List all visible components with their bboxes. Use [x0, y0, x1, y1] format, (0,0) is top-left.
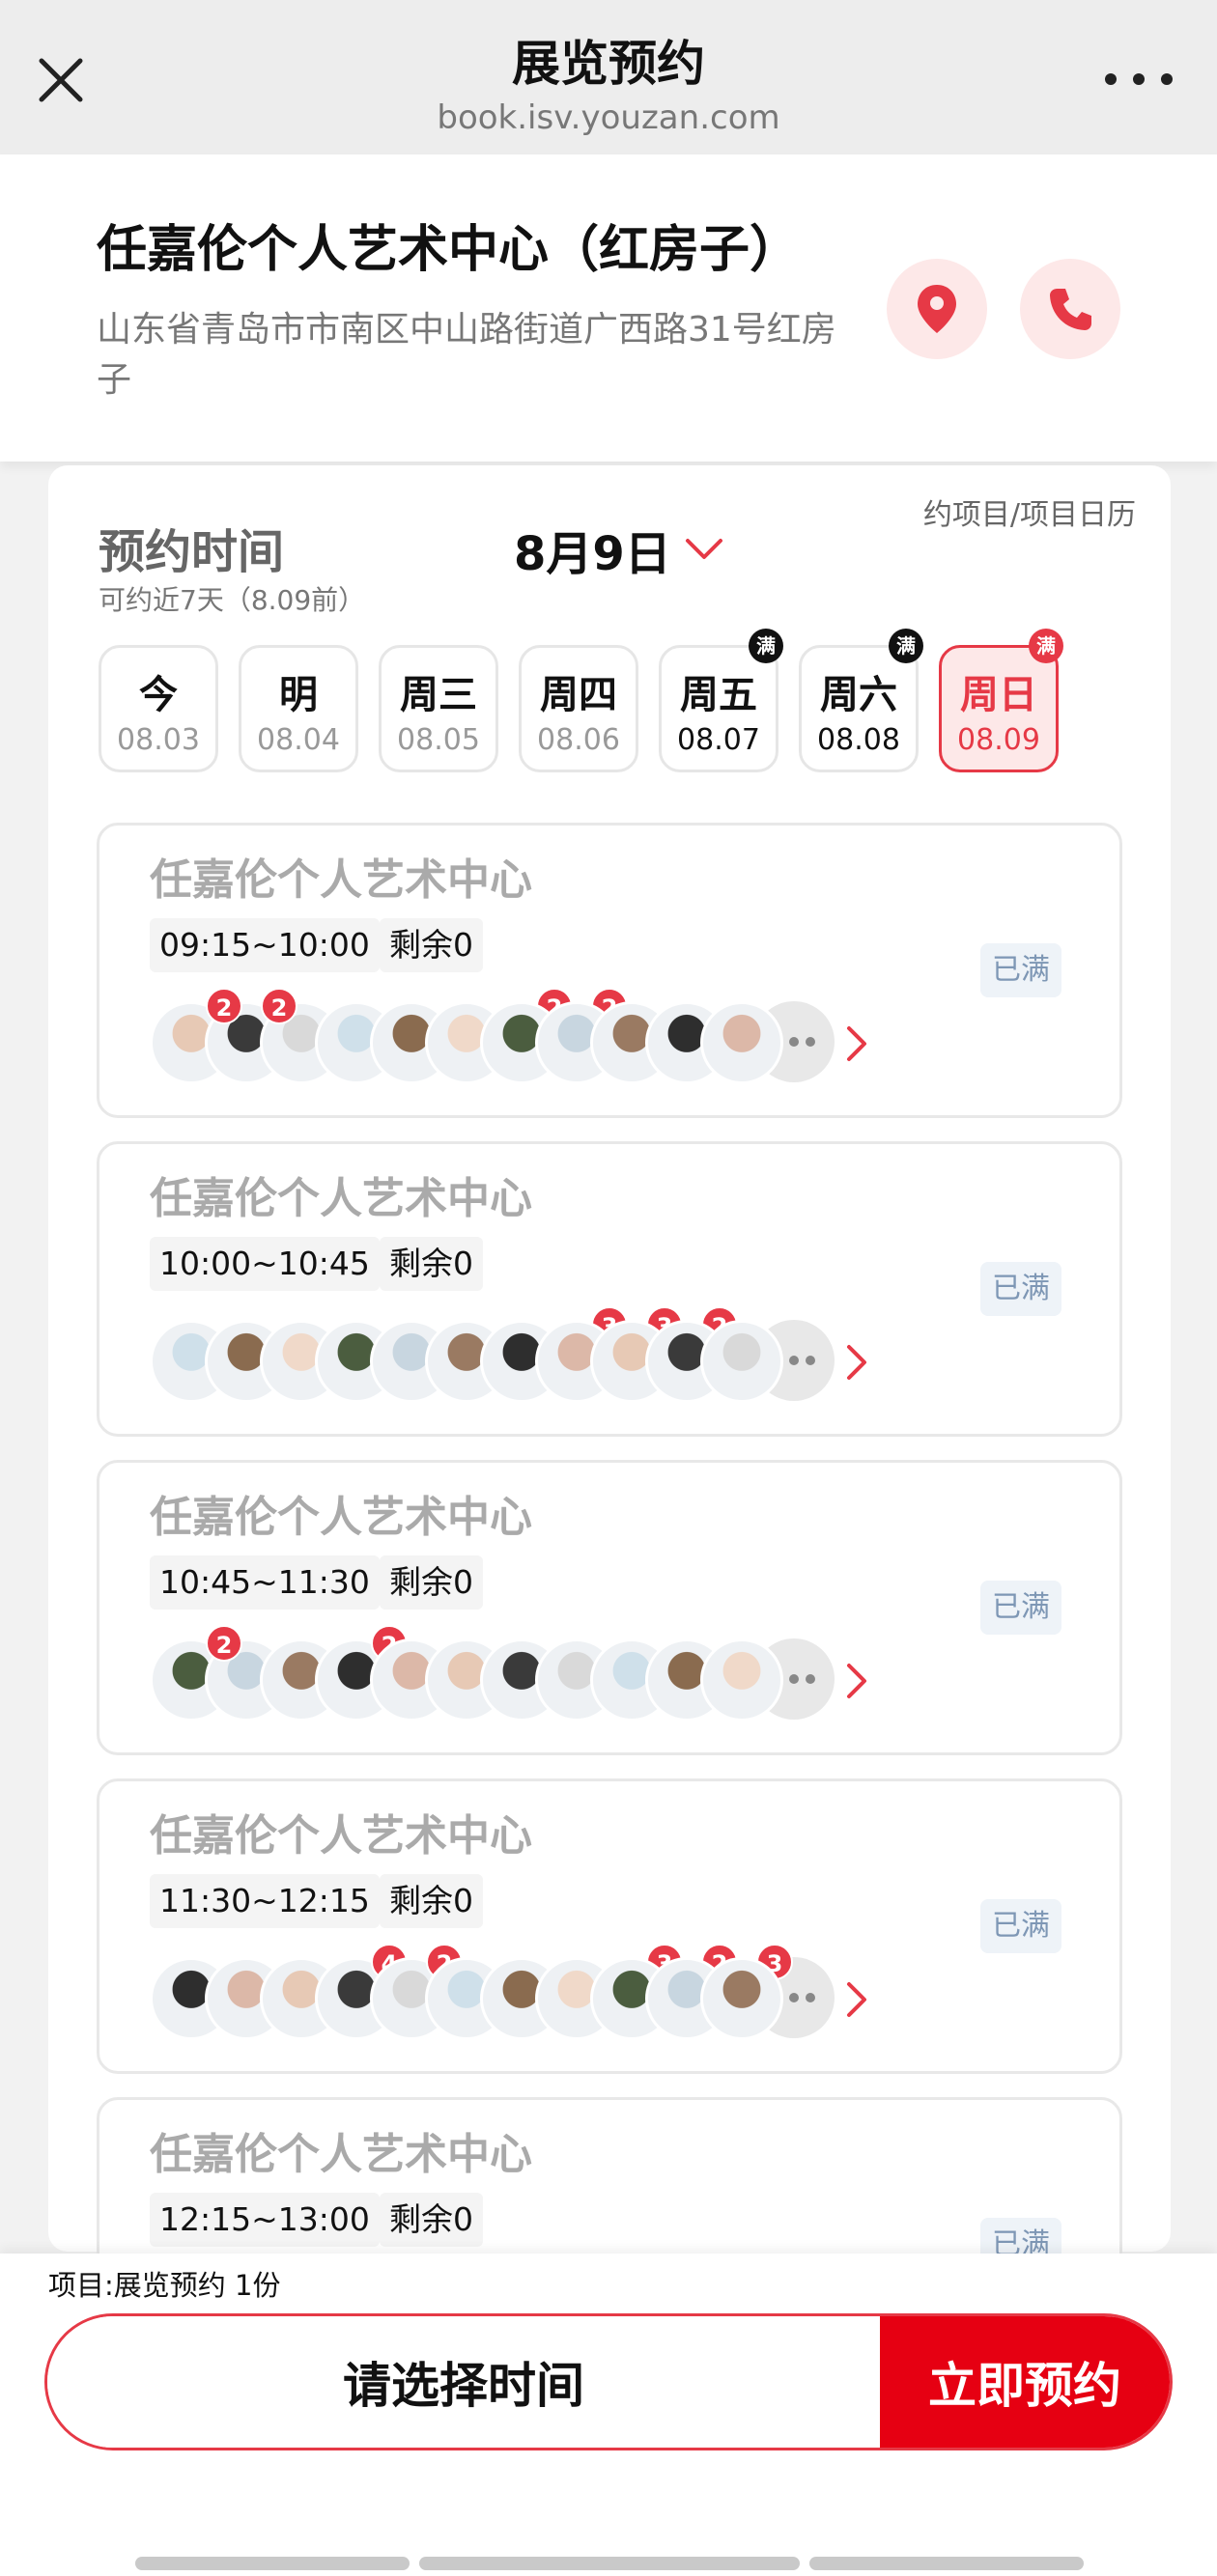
home-indicator: [135, 2557, 410, 2570]
nav-bar: 展览预约 book.isv.youzan.com: [0, 0, 1217, 154]
day-tab-selected[interactable]: 周日 08.09 满: [939, 629, 1063, 772]
date-selector[interactable]: 8月9日: [514, 516, 723, 583]
day-tab[interactable]: 周三 08.05: [379, 645, 498, 772]
slot-venue-name: 任嘉伦个人艺术中心: [150, 855, 532, 905]
time-slot-card[interactable]: 任嘉伦个人艺术中心 10:45~11:30 剩余0 已满 22: [97, 1460, 1122, 1755]
time-slot-card[interactable]: 任嘉伦个人艺术中心 09:15~10:00 剩余0 已满 2222: [97, 823, 1122, 1118]
slot-time: 10:00~10:45: [150, 1237, 380, 1291]
day-weekday: 今: [139, 673, 178, 717]
more-icon[interactable]: [1105, 68, 1173, 91]
slot-time: 12:15~13:00: [150, 2193, 380, 2247]
day-weekday: 周五: [680, 673, 757, 717]
day-tab[interactable]: 周四 08.06: [519, 645, 638, 772]
slot-time: 09:15~10:00: [150, 918, 380, 972]
day-tab[interactable]: 今 08.03: [99, 645, 218, 772]
location-button[interactable]: [887, 259, 987, 359]
slot-remaining: 剩余0: [380, 2193, 483, 2247]
day-tabs: 今 08.03 明 08.04 周三 08.05 周四 08.06 周五 08.07 满 周…: [99, 629, 1122, 772]
slot-venue-name: 任嘉伦个人艺术中心: [150, 1493, 532, 1542]
day-date: 08.07: [677, 723, 760, 757]
chevron-right-icon[interactable]: [845, 1343, 868, 1382]
time-slot-card[interactable]: 任嘉伦个人艺术中心 10:00~10:45 剩余0 已满 332: [97, 1141, 1122, 1437]
avatar-row: 42323: [150, 1944, 884, 2044]
avatar-count-badge: 2: [261, 988, 297, 1024]
slot-remaining: 剩余0: [380, 1237, 483, 1291]
day-weekday: 周三: [400, 673, 477, 717]
status-badge: 已满: [980, 1581, 1061, 1635]
day-date: 08.06: [537, 723, 620, 757]
venue-address: 山东省青岛市市南区中山路街道广西路31号红房子: [97, 310, 836, 400]
home-indicator: [809, 2557, 1084, 2570]
avatar: [700, 1638, 783, 1722]
slot-time: 10:45~11:30: [150, 1555, 380, 1610]
page-title: 展览预约: [512, 36, 705, 92]
avatar-count-badge: 2: [206, 988, 242, 1024]
action-bar: 请选择时间 立即预约: [44, 2313, 1173, 2450]
bottom-bar: 项目:展览预约 1份 请选择时间 立即预约: [0, 2254, 1217, 2576]
slot-remaining: 剩余0: [380, 1874, 483, 1928]
page-url: book.isv.youzan.com: [437, 98, 780, 137]
book-now-button[interactable]: 立即预约: [880, 2316, 1170, 2448]
status-badge: 已满: [980, 1262, 1061, 1316]
day-weekday: 周四: [540, 673, 617, 717]
venue-header: 任嘉伦个人艺术中心（红房子） 山东省青岛市市南区中山路街道广西路31号红房子: [0, 154, 1217, 462]
day-date: 08.09: [957, 723, 1040, 757]
slot-venue-name: 任嘉伦个人艺术中心: [150, 1174, 532, 1223]
calendar-link[interactable]: 约项目/项目日历: [923, 490, 1136, 533]
selected-date: 8月9日: [514, 527, 671, 581]
select-time-button[interactable]: 请选择时间: [47, 2316, 880, 2448]
avatar-count-badge: 2: [206, 1625, 242, 1662]
chevron-right-icon[interactable]: [845, 1024, 868, 1063]
location-pin-icon: [918, 285, 956, 333]
avatar-row: 332: [150, 1306, 884, 1407]
day-weekday: 周日: [960, 673, 1037, 717]
full-badge: 满: [1029, 629, 1063, 663]
day-date: 08.08: [817, 723, 900, 757]
slot-venue-name: 任嘉伦个人艺术中心: [150, 1811, 532, 1861]
avatar-row: 22: [150, 1625, 884, 1725]
avatar: [700, 1957, 783, 2040]
section-title: 预约时间: [99, 525, 285, 579]
slot-remaining: 剩余0: [380, 1555, 483, 1610]
day-tab[interactable]: 明 08.04: [239, 645, 358, 772]
section-subtitle: 可约近7天（8.09前）: [99, 584, 366, 616]
slot-remaining: 剩余0: [380, 918, 483, 972]
chevron-right-icon[interactable]: [845, 1662, 868, 1700]
full-badge: 满: [749, 629, 783, 663]
day-weekday: 明: [279, 673, 318, 717]
slot-time: 11:30~12:15: [150, 1874, 380, 1928]
avatar: [700, 1001, 783, 1084]
time-slot-card[interactable]: 任嘉伦个人艺术中心 11:30~12:15 剩余0 已满 42323: [97, 1778, 1122, 2074]
day-date: 08.05: [397, 723, 480, 757]
day-date: 08.04: [257, 723, 340, 757]
chevron-right-icon[interactable]: [845, 1980, 868, 2019]
day-weekday: 周六: [820, 673, 897, 717]
day-tab[interactable]: 周五 08.07 满: [659, 629, 783, 772]
day-date: 08.03: [117, 723, 200, 757]
day-tab[interactable]: 周六 08.08 满: [799, 629, 923, 772]
phone-button[interactable]: [1020, 259, 1120, 359]
slot-venue-name: 任嘉伦个人艺术中心: [150, 2130, 532, 2179]
phone-icon: [1050, 289, 1091, 330]
home-indicator: [419, 2557, 800, 2570]
status-badge: 已满: [980, 943, 1061, 997]
venue-name: 任嘉伦个人艺术中心（红房子）: [97, 221, 801, 279]
booking-panel: 约项目/项目日历 预约时间 可约近7天（8.09前） 8月9日 今 08.03 明…: [48, 465, 1171, 2290]
chevron-down-icon: [685, 539, 722, 559]
project-summary: 项目:展览预约 1份: [48, 2269, 281, 2302]
avatar: [700, 1320, 783, 1403]
avatar-row: 2222: [150, 988, 884, 1088]
full-badge: 满: [889, 629, 923, 663]
status-badge: 已满: [980, 1899, 1061, 1953]
